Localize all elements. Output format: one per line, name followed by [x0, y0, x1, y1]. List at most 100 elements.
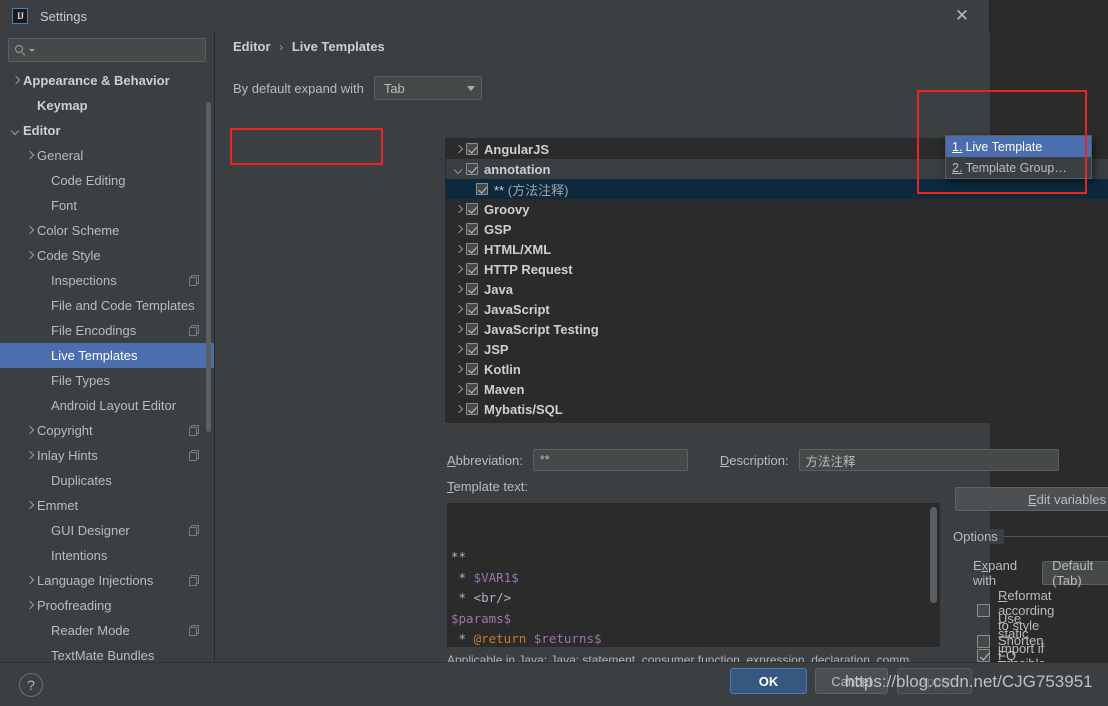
template-checkbox[interactable]	[476, 183, 488, 195]
sidebar-item-code-style[interactable]: Code Style	[0, 243, 214, 268]
chevron-right-icon[interactable]	[24, 500, 35, 511]
close-icon[interactable]: ✕	[951, 6, 973, 28]
sidebar-item-duplicates[interactable]: Duplicates	[0, 468, 214, 493]
chevron-right-icon[interactable]	[452, 262, 466, 276]
sidebar-item-gui-designer[interactable]: GUI Designer	[0, 518, 214, 543]
template-checkbox[interactable]	[466, 383, 478, 395]
templates-tree[interactable]: AngularJS annotation ** (方法注释) Groovy GSP HTM…	[445, 138, 1108, 423]
template-row-label: ** (方法注释)	[494, 182, 569, 198]
editor-scrollbar[interactable]	[930, 507, 937, 603]
sidebar-item-emmet[interactable]: Emmet	[0, 493, 214, 518]
abbreviation-description-row: Abbreviation: ** Description: 方法注释	[447, 449, 1059, 471]
chevron-right-icon[interactable]	[10, 75, 21, 86]
popup-menu-item-template-group[interactable]: 2. Template Group…	[946, 157, 1091, 178]
default-expand-select[interactable]: Tab	[373, 76, 482, 100]
chevron-right-icon[interactable]	[452, 202, 466, 216]
help-button[interactable]: ?	[19, 673, 43, 697]
sidebar-item-live-templates[interactable]: Live Templates	[0, 343, 214, 368]
template-checkbox[interactable]	[466, 323, 478, 335]
chevron-right-icon[interactable]	[452, 302, 466, 316]
popup-menu-item-live-template[interactable]: 1. Live Template	[946, 136, 1091, 157]
edit-variables-button[interactable]: Edit variables	[955, 487, 1108, 511]
template-checkbox[interactable]	[466, 343, 478, 355]
template-tree-row[interactable]: Maven	[446, 379, 1108, 399]
template-checkbox[interactable]	[466, 163, 478, 175]
template-tree-row[interactable]: Groovy	[446, 199, 1108, 219]
chevron-right-icon[interactable]	[452, 402, 466, 416]
template-checkbox[interactable]	[466, 243, 478, 255]
sidebar-item-android-layout-editor[interactable]: Android Layout Editor	[0, 393, 214, 418]
sidebar-item-label: Reader Mode	[51, 623, 130, 638]
sidebar-item-inlay-hints[interactable]: Inlay Hints	[0, 443, 214, 468]
template-tree-row[interactable]: Kotlin	[446, 359, 1108, 379]
sidebar-item-general[interactable]: General	[0, 143, 214, 168]
sidebar-item-file-encodings[interactable]: File Encodings	[0, 318, 214, 343]
chevron-right-icon[interactable]	[452, 222, 466, 236]
sidebar-item-inspections[interactable]: Inspections	[0, 268, 214, 293]
chevron-right-icon[interactable]	[452, 282, 466, 296]
chevron-right-icon[interactable]	[24, 600, 35, 611]
chevron-right-icon[interactable]	[452, 322, 466, 336]
chevron-right-icon[interactable]	[24, 450, 35, 461]
sidebar-scrollbar[interactable]	[206, 102, 211, 432]
search-input[interactable]	[39, 43, 199, 57]
sidebar-item-editor[interactable]: Editor	[0, 118, 214, 143]
sidebar-item-language-injections[interactable]: Language Injections	[0, 568, 214, 593]
chevron-right-icon[interactable]	[452, 242, 466, 256]
template-checkbox[interactable]	[466, 143, 478, 155]
breadcrumb-separator-icon: ›	[279, 40, 284, 54]
abbreviation-input[interactable]: **	[532, 449, 688, 471]
chevron-right-icon[interactable]	[24, 250, 35, 261]
breadcrumb-leaf: Live Templates	[291, 39, 385, 54]
search-dropdown-caret-icon[interactable]	[29, 48, 35, 52]
chevron-right-icon[interactable]	[452, 362, 466, 376]
chevron-down-icon[interactable]	[452, 162, 466, 176]
template-checkbox[interactable]	[466, 263, 478, 275]
sidebar-item-textmate-bundles[interactable]: TextMate Bundles	[0, 643, 214, 662]
template-tree-row[interactable]: JavaScript Testing	[446, 319, 1108, 339]
breadcrumb-root[interactable]: Editor	[233, 39, 271, 54]
template-tree-row[interactable]: ** (方法注释)	[446, 179, 1108, 199]
template-tree-row[interactable]: GSP	[446, 219, 1108, 239]
sidebar-item-file-types[interactable]: File Types	[0, 368, 214, 393]
template-checkbox[interactable]	[466, 223, 478, 235]
chevron-right-icon[interactable]	[24, 425, 35, 436]
sidebar-item-proofreading[interactable]: Proofreading	[0, 593, 214, 618]
chevron-right-icon[interactable]	[24, 150, 35, 161]
template-checkbox[interactable]	[466, 403, 478, 415]
description-input[interactable]: 方法注释	[798, 449, 1059, 471]
sidebar-item-label: File Encodings	[51, 323, 137, 338]
chevron-right-icon[interactable]	[452, 142, 466, 156]
template-text-label: Template text:	[447, 479, 528, 494]
template-checkbox[interactable]	[466, 363, 478, 375]
template-tree-row[interactable]: HTML/XML	[446, 239, 1108, 259]
template-tree-row[interactable]: HTTP Request	[446, 259, 1108, 279]
expand-with-select[interactable]: Default (Tab)	[1042, 558, 1108, 588]
sidebar-item-file-and-code-templates[interactable]: File and Code Templates	[0, 293, 214, 318]
template-checkbox[interactable]	[466, 203, 478, 215]
template-tree-row[interactable]: JavaScript	[446, 299, 1108, 319]
template-text-editor[interactable]: ** * $VAR1$ * <br/> $params$ * @return $r…	[447, 503, 940, 647]
chevron-right-icon[interactable]	[452, 342, 466, 356]
sidebar-item-keymap[interactable]: Keymap	[0, 93, 214, 118]
template-checkbox[interactable]	[466, 283, 478, 295]
chevron-right-icon[interactable]	[24, 575, 35, 586]
sidebar-item-font[interactable]: Font	[0, 193, 214, 218]
chevron-right-icon[interactable]	[24, 225, 35, 236]
ok-button[interactable]: OK	[730, 668, 807, 694]
chevron-down-icon[interactable]	[10, 125, 21, 136]
template-tree-row[interactable]: Java	[446, 279, 1108, 299]
template-tree-row[interactable]: Mybatis/SQL	[446, 399, 1108, 419]
sidebar-item-code-editing[interactable]: Code Editing	[0, 168, 214, 193]
sidebar-item-appearance-behavior[interactable]: Appearance & Behavior	[0, 68, 214, 93]
sidebar-item-copyright[interactable]: Copyright	[0, 418, 214, 443]
template-tree-row[interactable]: JSP	[446, 339, 1108, 359]
chevron-right-icon[interactable]	[452, 382, 466, 396]
template-checkbox[interactable]	[466, 303, 478, 315]
sidebar-item-intentions[interactable]: Intentions	[0, 543, 214, 568]
menu-mnemonic: 1.	[952, 139, 963, 154]
search-box[interactable]	[8, 38, 206, 62]
sidebar-item-reader-mode[interactable]: Reader Mode	[0, 618, 214, 643]
sidebar-item-color-scheme[interactable]: Color Scheme	[0, 218, 214, 243]
